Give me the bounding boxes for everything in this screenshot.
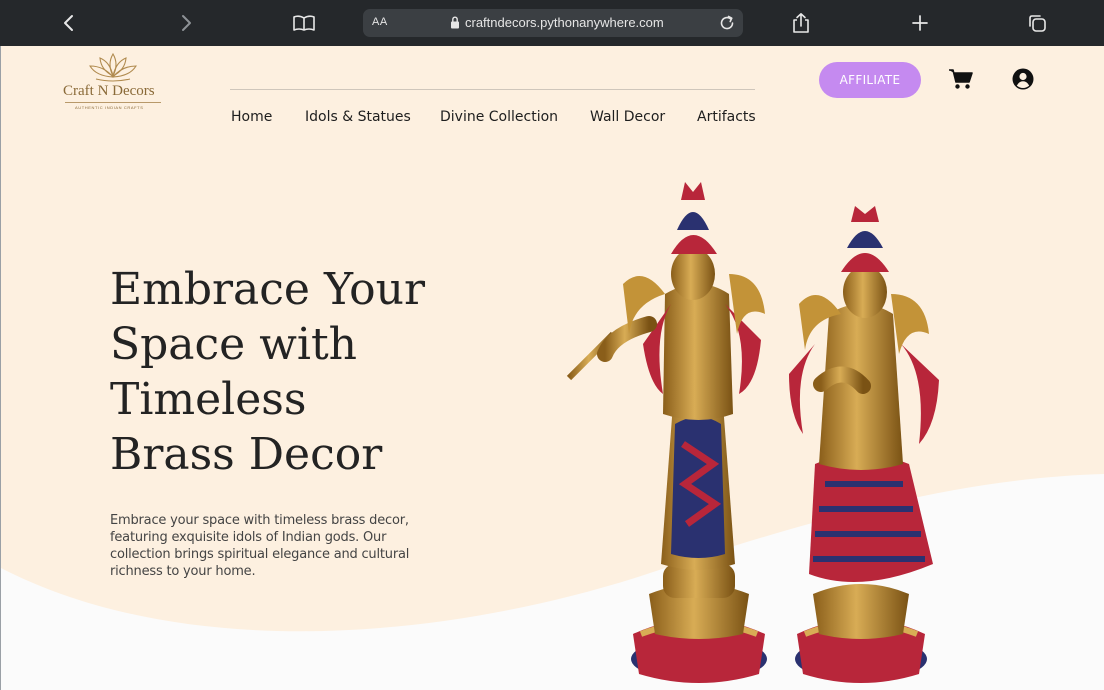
brand-logo[interactable]: Craft N Decors AUTHENTIC INDIAN CRAFTS [61,50,165,116]
headline-line: Embrace Your [110,264,426,315]
nav-artifacts[interactable]: Artifacts [697,109,756,125]
address-bar[interactable]: AA craftndecors.pythonanywhere.com [363,9,743,37]
hero-headline: Embrace Your Space with Timeless Brass D… [110,262,450,482]
web-page: Craft N Decors AUTHENTIC INDIAN CRAFTS H… [0,46,1104,690]
nav-home[interactable]: Home [231,109,272,125]
cart-icon[interactable] [948,68,974,95]
brass-statues-image [566,182,939,683]
nav-divider [230,89,755,90]
url-text: craftndecors.pythonanywhere.com [465,15,664,30]
text-size-button[interactable]: AA [372,16,388,28]
headline-line: Brass Decor [110,429,383,480]
lock-icon [450,16,460,29]
brand-tagline: AUTHENTIC INDIAN CRAFTS [75,105,144,110]
radha-statue [789,206,939,683]
bookmarks-icon[interactable] [290,9,318,37]
forward-icon[interactable] [172,9,200,37]
account-icon[interactable] [1012,68,1034,95]
headline-line: Timeless [110,374,307,425]
logo-divider [65,102,161,103]
reload-icon[interactable] [718,14,736,32]
tabs-icon[interactable] [1023,9,1051,37]
share-icon[interactable] [787,9,815,37]
nav-idols-statues[interactable]: Idols & Statues [305,109,411,125]
brand-name: Craft N Decors [63,83,155,99]
headline-line: Space with [110,319,357,370]
lotus-icon [89,52,137,82]
affiliate-button[interactable]: AFFILIATE [819,62,921,98]
krishna-statue [566,182,767,683]
browser-toolbar: AA craftndecors.pythonanywhere.com [0,0,1104,46]
back-icon[interactable] [55,9,83,37]
nav-wall-decor[interactable]: Wall Decor [590,109,665,125]
nav-divine-collection[interactable]: Divine Collection [440,109,558,125]
hero-description: Embrace your space with timeless brass d… [110,513,410,579]
new-tab-icon[interactable] [906,9,934,37]
